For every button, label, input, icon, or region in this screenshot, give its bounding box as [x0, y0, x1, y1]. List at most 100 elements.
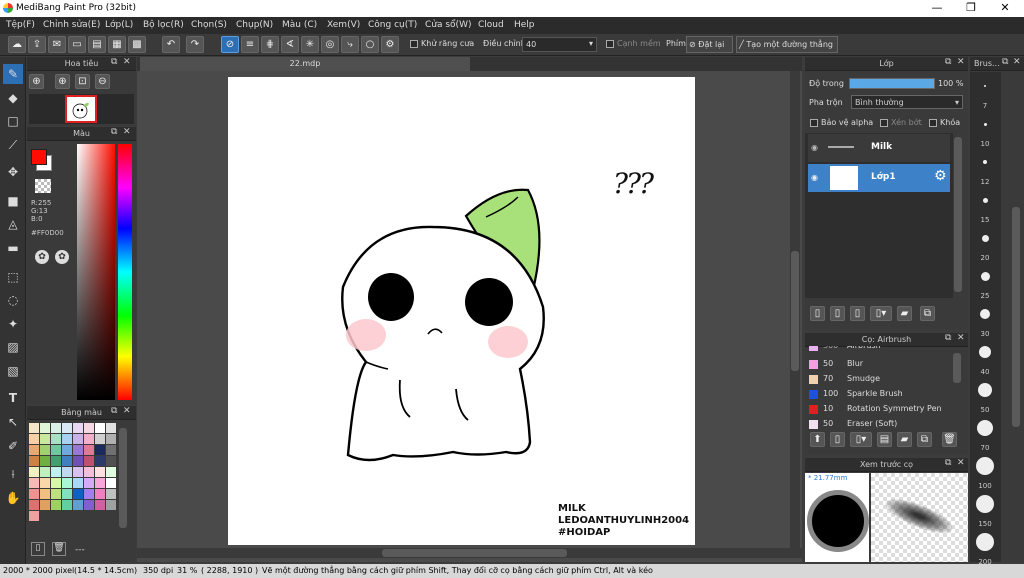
palette-add-icon[interactable]: ✿ — [55, 250, 69, 264]
close-window-button[interactable]: ✕ — [988, 0, 1022, 17]
palette-swatch[interactable] — [73, 445, 83, 455]
dot-pen-tool-icon[interactable]: ✐ — [3, 436, 23, 456]
duplicate-brush-icon[interactable]: ⧉ — [917, 432, 932, 447]
lock-check-icon[interactable] — [929, 118, 937, 127]
snap-cross-icon[interactable]: ⋕ — [261, 36, 279, 53]
shape-tool-icon[interactable]: □ — [3, 111, 23, 131]
brush-size-dot[interactable] — [976, 533, 994, 551]
vertical-scrollbar[interactable] — [790, 71, 800, 548]
snap-radial-icon[interactable]: ✳ — [301, 36, 319, 53]
palette-swatch[interactable] — [29, 478, 39, 488]
palette-swatch[interactable] — [29, 489, 39, 499]
palette-swatch[interactable] — [29, 423, 39, 433]
palette-scrollbar[interactable] — [119, 428, 127, 528]
close-icon[interactable]: ✕ — [1013, 57, 1021, 67]
palette-swatch[interactable] — [73, 478, 83, 488]
snap-ellipse-icon[interactable]: ○ — [361, 36, 379, 53]
palette-swatch[interactable] — [106, 423, 116, 433]
palette-swatch[interactable] — [51, 423, 61, 433]
menu-edit[interactable]: Chỉnh sửa(E) — [43, 20, 100, 30]
eyedropper-tool-icon[interactable]: ⟊ — [3, 464, 23, 484]
add-layer-menu-icon[interactable]: ▯▾ — [870, 306, 892, 321]
palette-swatch[interactable] — [84, 456, 94, 466]
soft-edge-checkbox[interactable]: Cạnh mềm — [606, 39, 661, 48]
palette-swatch[interactable] — [73, 489, 83, 499]
primary-color-swatch[interactable] — [31, 149, 47, 165]
operation-tool-icon[interactable]: ↖ — [3, 412, 23, 432]
clip-checkbox[interactable]: Xén bớt — [880, 118, 922, 127]
lock-checkbox[interactable]: Khóa — [929, 118, 960, 127]
palette-swatch[interactable] — [73, 467, 83, 477]
palette-swatch[interactable] — [62, 500, 72, 510]
canvas-paper[interactable]: ??? MILK LEDOANTHUYLINH2004 #HOIDAP — [228, 77, 695, 545]
menu-file[interactable]: Tệp(F) — [6, 20, 35, 30]
palette-swatch[interactable] — [84, 500, 94, 510]
detach-icon[interactable]: ⧉ — [111, 127, 117, 137]
close-icon[interactable]: ✕ — [957, 57, 965, 67]
palette-swatch[interactable] — [95, 423, 105, 433]
blend-select[interactable]: Bình thường ▾ — [851, 95, 963, 109]
palette-swatch[interactable] — [73, 434, 83, 444]
menu-snap[interactable]: Chụp(N) — [236, 20, 273, 30]
new-halftone-layer-icon[interactable]: ▯ — [830, 306, 845, 321]
palette-swatch[interactable] — [40, 467, 50, 477]
share-icon[interactable]: ⇪ — [28, 36, 46, 53]
menu-filter[interactable]: Bộ lọc(R) — [143, 20, 184, 30]
close-icon[interactable]: ✕ — [123, 406, 131, 416]
palette-icon[interactable]: ✿ — [35, 250, 49, 264]
snap-parallel-icon[interactable]: ≡ — [241, 36, 259, 53]
detach-icon[interactable]: ⧉ — [945, 458, 951, 468]
palette-swatch[interactable] — [95, 456, 105, 466]
duplicate-layer-icon[interactable]: ⧉ — [920, 306, 935, 321]
line-tool-icon[interactable]: ⟋ — [3, 135, 23, 155]
new-palette-icon[interactable]: ▯ — [31, 542, 45, 556]
brush-size-dot[interactable] — [980, 309, 990, 319]
snap-off-icon[interactable]: ⊘ — [221, 36, 239, 53]
palette-swatch[interactable] — [62, 434, 72, 444]
menu-tools[interactable]: Công cụ(T) — [368, 20, 417, 30]
settings-gear-icon[interactable]: ⚙ — [381, 36, 399, 53]
eye-icon[interactable]: ◉ — [811, 143, 818, 152]
layer-item-lop1[interactable]: ◉ Lớp1 ⚙ — [808, 164, 950, 192]
trash-icon[interactable]: 🗑 — [942, 432, 957, 447]
reset-button[interactable]: ⊘ Đặt lại — [686, 36, 733, 53]
palette-swatch[interactable] — [106, 445, 116, 455]
brush-size-dot[interactable] — [978, 383, 992, 397]
brush-item[interactable]: 10 Rotation Symmetry Pen — [806, 402, 951, 417]
palette-swatch[interactable] — [62, 489, 72, 499]
minimize-button[interactable]: — — [920, 0, 954, 17]
bucket-tool-icon[interactable]: ◬ — [3, 214, 23, 234]
new-brush-icon[interactable]: ▯ — [830, 432, 845, 447]
maximize-button[interactable]: ❐ — [954, 0, 988, 17]
palette-swatch[interactable] — [51, 467, 61, 477]
protect-alpha-check-icon[interactable] — [810, 118, 818, 127]
brush-size-dot[interactable] — [979, 346, 991, 358]
palette-swatch[interactable] — [51, 489, 61, 499]
select-pen-tool-icon[interactable]: ▨ — [3, 337, 23, 357]
close-icon[interactable]: ✕ — [123, 127, 131, 137]
palette-swatch[interactable] — [84, 467, 94, 477]
palette-swatch[interactable] — [40, 489, 50, 499]
gear-icon[interactable]: ⚙ — [934, 168, 947, 184]
palette-swatch[interactable] — [106, 489, 116, 499]
palette-swatch[interactable] — [62, 467, 72, 477]
palette-swatch[interactable] — [95, 445, 105, 455]
snap-vanish-icon[interactable]: ∢ — [281, 36, 299, 53]
palette-swatch[interactable] — [95, 478, 105, 488]
detach-icon[interactable]: ⧉ — [945, 333, 951, 343]
brush-scrollbar[interactable] — [953, 353, 961, 383]
menu-view[interactable]: Xem(V) — [327, 20, 360, 30]
palette-swatch[interactable] — [29, 511, 39, 521]
palette-swatch[interactable] — [40, 456, 50, 466]
zoom-in-icon[interactable]: ⊕ — [29, 74, 44, 89]
palette-swatch[interactable] — [40, 445, 50, 455]
palette-swatch[interactable] — [95, 467, 105, 477]
brush-size-dot[interactable] — [982, 197, 988, 203]
palette-swatch[interactable] — [40, 434, 50, 444]
folder-icon[interactable]: ▰ — [897, 306, 912, 321]
palette-swatch[interactable] — [84, 478, 94, 488]
zoom-fit-icon[interactable]: ⊕ — [55, 74, 70, 89]
vertical-scroll-thumb[interactable] — [791, 251, 799, 371]
brush-size-dot[interactable] — [976, 495, 994, 513]
palette-swatch[interactable] — [29, 500, 39, 510]
